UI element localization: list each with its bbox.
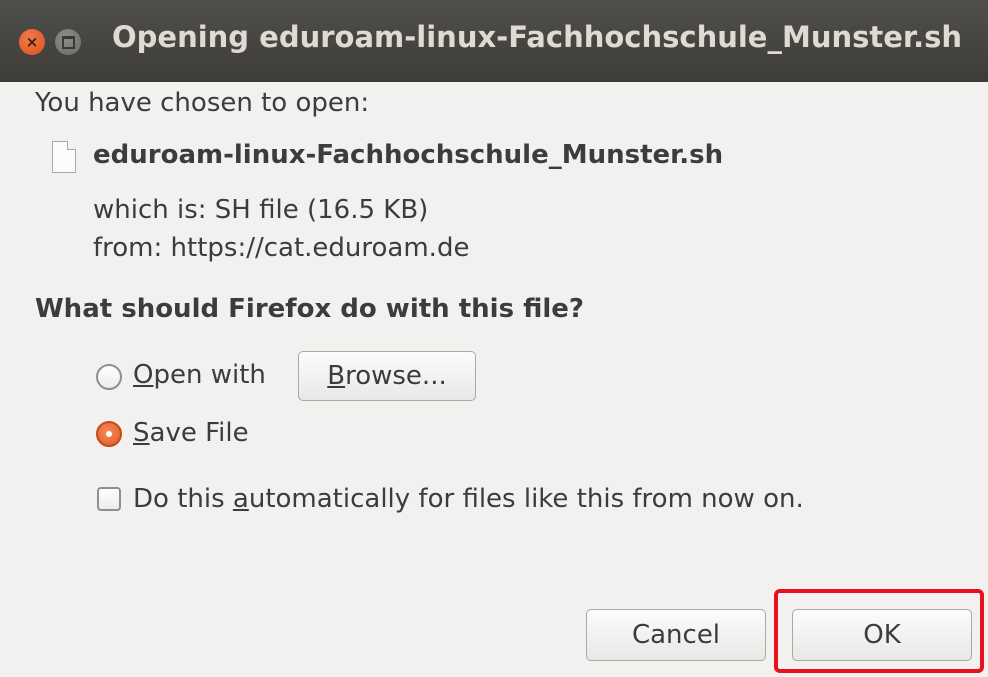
file-name: eduroam-linux-Fachhochschule_Munster.sh: [93, 140, 724, 170]
open-with-radio[interactable]: [96, 364, 122, 390]
title-bar: × Opening eduroam-linux-Fachhochschule_M…: [0, 0, 988, 82]
ok-button-highlight: [774, 589, 984, 673]
question-heading: What should Firefox do with this file?: [35, 294, 584, 324]
file-source-line: from: https://cat.eduroam.de: [93, 233, 470, 263]
save-file-label[interactable]: Save File: [133, 418, 249, 448]
file-icon: [52, 141, 76, 173]
cancel-button[interactable]: Cancel: [586, 609, 766, 661]
auto-checkbox[interactable]: [97, 487, 121, 511]
browse-button[interactable]: Browse...: [298, 351, 476, 401]
maximize-icon[interactable]: [55, 29, 81, 55]
open-with-label[interactable]: Open with: [133, 360, 266, 390]
auto-checkbox-label[interactable]: Do this automatically for files like thi…: [133, 484, 804, 514]
file-type-line: which is: SH file (16.5 KB): [93, 195, 429, 225]
close-icon[interactable]: ×: [19, 29, 45, 55]
intro-text: You have chosen to open:: [35, 88, 370, 118]
window-title: Opening eduroam-linux-Fachhochschule_Mun…: [112, 20, 963, 54]
save-file-radio[interactable]: [96, 421, 122, 447]
